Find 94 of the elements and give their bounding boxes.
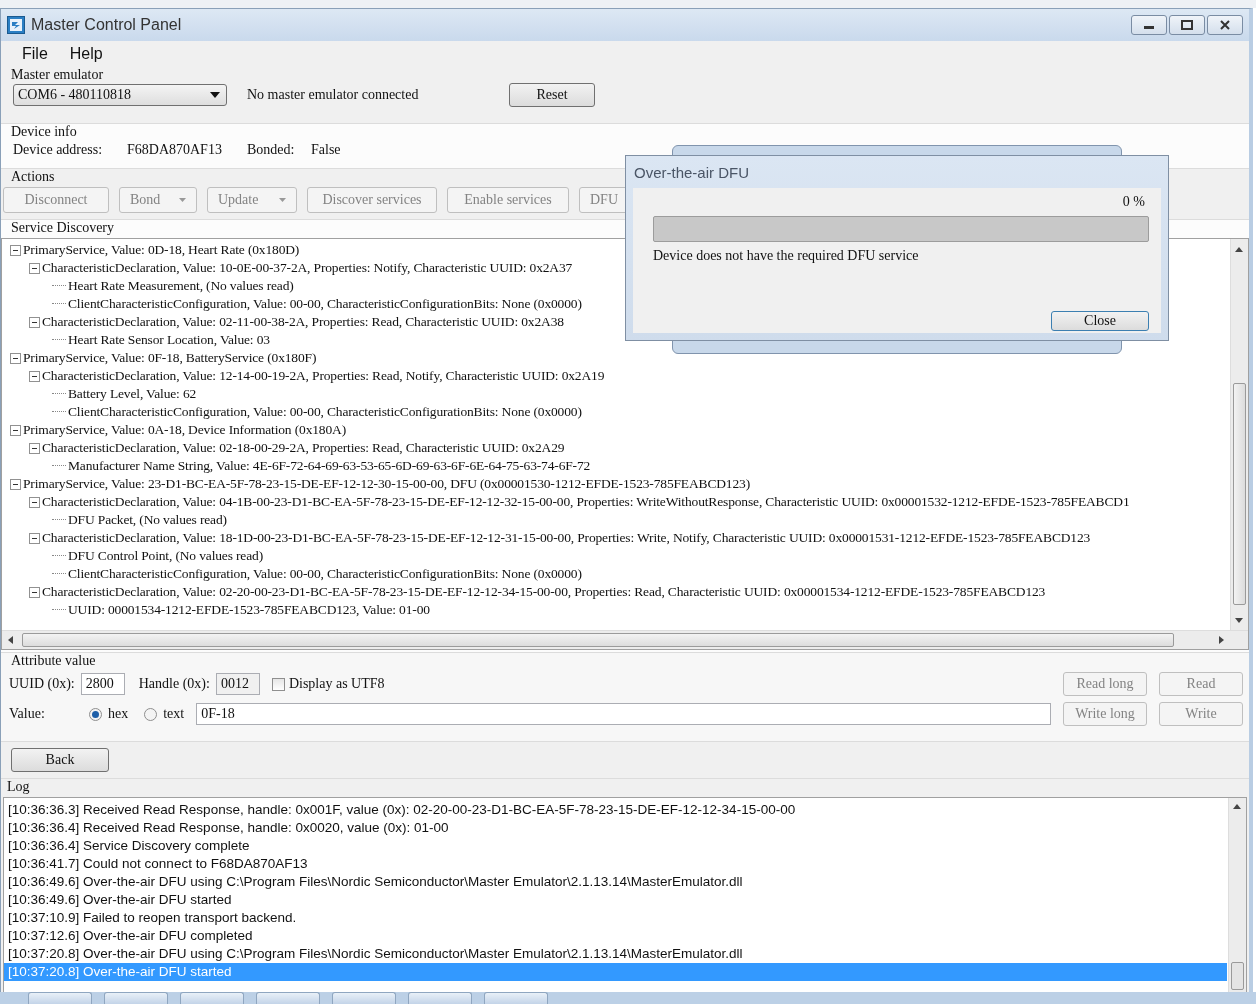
collapse-icon[interactable] — [29, 442, 40, 454]
horizontal-scrollbar[interactable] — [2, 630, 1248, 649]
app-icon — [7, 16, 25, 34]
maximize-button[interactable] — [1169, 15, 1205, 35]
collapse-icon[interactable] — [29, 496, 40, 508]
menu-item[interactable]: Help — [60, 45, 112, 63]
tree-item[interactable]: Heart Rate Sensor Location, Value: 03 — [68, 332, 270, 348]
scroll-thumb[interactable] — [1233, 383, 1246, 605]
tree-item[interactable]: DFU Control Point, (No values read) — [68, 548, 263, 564]
left-arrow-icon — [8, 636, 13, 644]
dialog-message: Device does not have the required DFU service — [653, 248, 920, 264]
group-label: Actions — [10, 169, 55, 185]
field-value: F68DA870AF13 — [127, 142, 223, 158]
status-text: No master emulator connected — [247, 87, 420, 103]
back-button[interactable]: Back — [11, 748, 109, 772]
right-arrow-icon — [1219, 636, 1224, 644]
collapse-icon[interactable] — [10, 424, 21, 436]
up-arrow-icon — [1233, 804, 1241, 809]
tree-item[interactable]: ClientCharacteristicConfiguration, Value: 00-00, CharacteristicConfigurationBits: None (0x0000) — [68, 296, 582, 312]
tree-item[interactable]: CharacteristicDeclaration, Value: 12-14-00-19-2A, Properties: Read, Notify, Characteristic UUID: 0x2A19 — [42, 368, 605, 384]
group-label: Service Discovery — [10, 220, 115, 236]
tree-item[interactable]: PrimaryService, Value: 0F-18, BatteryService (0x180F) — [23, 350, 317, 366]
log-entry[interactable]: [10:36:36.3] Received Read Response, handle: 0x001F, value (0x): 02-20-00-23-D1-BC-EA-5F-78-23-15-DE-EF-12-12-34-15-00-00 — [4, 801, 1227, 819]
handle-field[interactable]: 0012 — [215, 673, 260, 695]
collapse-icon[interactable] — [10, 352, 21, 364]
tree-item[interactable]: ClientCharacteristicConfiguration, Value: 00-00, CharacteristicConfigurationBits: None (0x0000) — [68, 566, 582, 582]
checkbox-label: Display as UTF8 — [288, 676, 385, 692]
log-entry[interactable]: [10:36:41.7] Could not connect to F68DA870AF13 — [4, 855, 1227, 873]
minimize-button[interactable] — [1131, 15, 1167, 35]
radio-button[interactable] — [89, 707, 102, 721]
close-button[interactable] — [1207, 15, 1243, 35]
reset-button[interactable]: Reset — [509, 83, 595, 107]
caret-icon — [210, 92, 220, 98]
caret-icon — [279, 198, 286, 202]
close-icon — [1220, 20, 1230, 30]
log-entry[interactable]: [10:36:49.6] Over-the-air DFU started — [4, 891, 1227, 909]
tree-item[interactable]: CharacteristicDeclaration, Value: 18-1D-00-23-D1-BC-EA-5F-78-23-15-DE-EF-12-12-31-15-00-00, Properties: Write, Notify, Characteristic UUID: 0x00001531-1212-EFDE-1523-785FEABCD123 — [42, 530, 1091, 546]
group-label: Attribute value — [10, 653, 96, 669]
log-entry[interactable]: [10:37:10.9] Failed to reopen transport backend. — [4, 909, 1227, 927]
log-entry[interactable]: [10:37:12.6] Over-the-air DFU completed — [4, 927, 1227, 945]
collapse-icon[interactable] — [29, 262, 40, 274]
tree-item[interactable]: Heart Rate Measurement, (No values read) — [68, 278, 294, 294]
close-button[interactable]: Close — [1051, 311, 1149, 331]
tree-item[interactable]: PrimaryService, Value: 0A-18, Device Information (0x180A) — [23, 422, 346, 438]
uuid-field[interactable]: 2800 — [80, 673, 125, 695]
menu-item[interactable]: File — [13, 45, 57, 63]
scroll-thumb[interactable] — [22, 633, 1174, 647]
radio-label: hex — [108, 706, 129, 722]
tree-item[interactable]: PrimaryService, Value: 23-D1-BC-EA-5F-78-23-15-DE-EF-12-12-30-15-00-00, DFU (0x00001530-1212-EFDE-1523-785FEABCD123) — [23, 476, 750, 492]
radio-label: text — [163, 706, 185, 722]
port-dropdown[interactable]: COM6 - 480110818 — [13, 84, 227, 106]
maximize-icon — [1181, 20, 1193, 30]
log-entry[interactable]: [10:36:49.6] Over-the-air DFU using C:\Program Files\Nordic Semiconductor\Master Emulator\2.1.13.14\MasterEmulator.dll — [4, 873, 1227, 891]
collapse-icon[interactable] — [10, 244, 21, 256]
collapse-icon[interactable] — [29, 586, 40, 598]
tree-item[interactable]: CharacteristicDeclaration, Value: 02-11-00-38-2A, Properties: Read, Characteristic UUID: 0x2A38 — [42, 314, 564, 330]
tree-item[interactable]: UUID: 00001534-1212-EFDE-1523-785FEABCD123, Value: 01-00 — [68, 602, 430, 618]
dialog-title: Over-the-air DFU — [633, 163, 750, 183]
tree-item[interactable]: CharacteristicDeclaration, Value: 02-20-00-23-D1-BC-EA-5F-78-23-15-DE-EF-12-12-34-15-00-00, Properties: Read, Characteristic UUID: 0x00001534-1212-EFDE-1523-785FEABCD123 — [42, 584, 1046, 600]
log-entry[interactable]: [10:36:36.4] Service Discovery complete — [4, 837, 1227, 855]
tree-item[interactable]: CharacteristicDeclaration, Value: 04-1B-00-23-D1-BC-EA-5F-78-23-15-DE-EF-12-12-32-15-00-00, Properties: WriteWithoutResponse, Characteristic UUID: 0x00001532-1212-EFDE-1523-785FEABCD1 — [42, 494, 1130, 510]
field-label: Bonded: — [247, 142, 296, 158]
scroll-thumb[interactable] — [1231, 962, 1244, 990]
progress-percent: 0 % — [1122, 194, 1146, 210]
log-entry[interactable]: [10:37:20.8] Over-the-air DFU using C:\Program Files\Nordic Semiconductor\Master Emulator\2.1.13.14\MasterEmulator.dll — [4, 945, 1227, 963]
value-field[interactable]: 0F-18 — [196, 703, 1051, 725]
down-arrow-icon — [1235, 618, 1243, 623]
collapse-icon[interactable] — [29, 532, 40, 544]
group-label: Device info — [10, 124, 77, 140]
up-arrow-icon — [1235, 247, 1243, 252]
collapse-icon[interactable] — [29, 370, 40, 382]
group-label: Master emulator — [10, 67, 104, 83]
log-entry[interactable]: [10:36:36.4] Received Read Response, handle: 0x0020, value (0x): 01-00 — [4, 819, 1227, 837]
vertical-scrollbar[interactable] — [1228, 798, 1246, 992]
tree-item[interactable]: CharacteristicDeclaration, Value: 02-18-00-29-2A, Properties: Read, Characteristic UUID: 0x2A29 — [42, 440, 565, 456]
tree-item[interactable]: Manufacturer Name String, Value: 4E-6F-72-64-69-63-53-65-6D-69-63-6F-6E-64-75-63-74-6F-72 — [68, 458, 591, 474]
field-label: UUID (0x): — [9, 676, 75, 692]
field-label: Device address: — [13, 142, 104, 158]
window-title: Master Control Panel — [31, 16, 183, 34]
vertical-scrollbar[interactable] — [1230, 239, 1248, 631]
tree-item[interactable]: DFU Packet, (No values read) — [68, 512, 227, 528]
tree-item[interactable]: PrimaryService, Value: 0D-18, Heart Rate (0x180D) — [23, 242, 300, 258]
radio-button[interactable] — [144, 707, 158, 721]
collapse-icon[interactable] — [29, 316, 40, 328]
collapse-icon[interactable] — [10, 478, 21, 490]
group-label: Log — [6, 779, 31, 795]
tree-item[interactable]: ClientCharacteristicConfiguration, Value: 00-00, CharacteristicConfigurationBits: None (0x0000) — [68, 404, 582, 420]
field-value: False — [311, 142, 341, 158]
tree-item[interactable]: CharacteristicDeclaration, Value: 10-0E-00-37-2A, Properties: Notify, Characteristic UUID: 0x2A37 — [42, 260, 573, 276]
field-label: Value: — [9, 706, 46, 722]
tree-item[interactable]: Battery Level, Value: 62 — [68, 386, 197, 402]
checkbox[interactable] — [271, 677, 285, 691]
caret-icon — [179, 198, 186, 202]
field-label: Handle (0x): — [138, 676, 210, 692]
